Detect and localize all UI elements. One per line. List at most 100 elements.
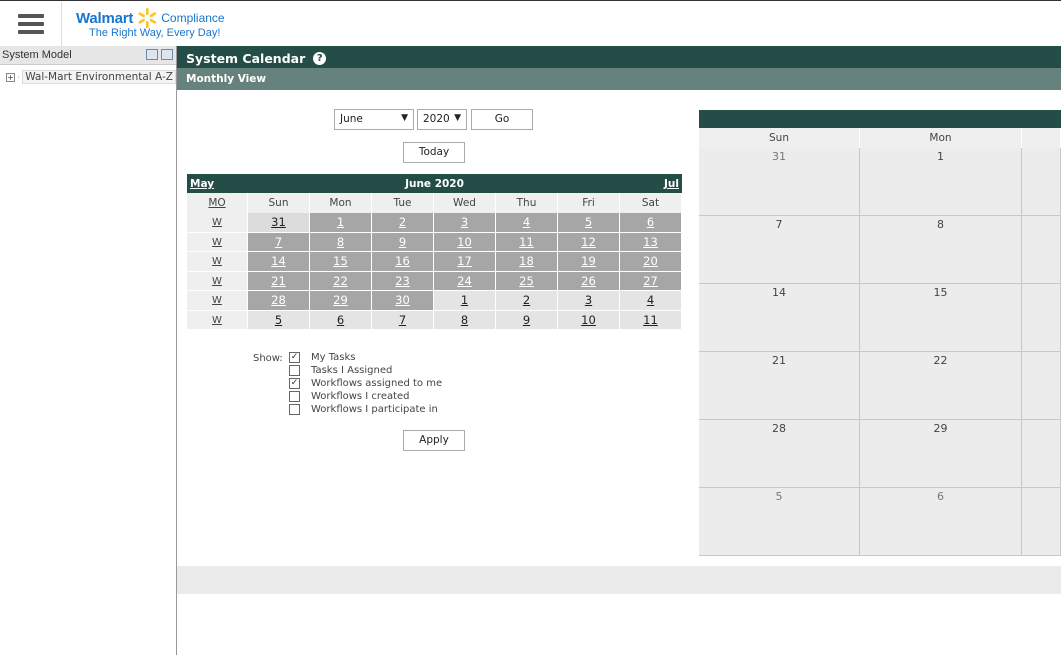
menu-line bbox=[17, 14, 44, 18]
mini-day-cell[interactable]: 23 bbox=[372, 271, 434, 291]
mini-day-cell[interactable]: 5 bbox=[248, 310, 310, 330]
calendar-day-cell[interactable] bbox=[1022, 488, 1061, 556]
calendar-day-cell[interactable] bbox=[1022, 216, 1061, 284]
mini-day-cell[interactable]: 5 bbox=[558, 213, 620, 233]
mini-day-cell[interactable]: 20 bbox=[620, 252, 682, 272]
mini-day-cell[interactable]: 10 bbox=[434, 232, 496, 252]
mini-day-cell[interactable]: 16 bbox=[372, 252, 434, 272]
mini-day-cell[interactable]: 22 bbox=[310, 271, 372, 291]
mini-day-cell[interactable]: 6 bbox=[310, 310, 372, 330]
mini-day-cell[interactable]: 26 bbox=[558, 271, 620, 291]
filter-workflows-assigned[interactable]: ✓ Workflows assigned to me bbox=[289, 378, 442, 389]
calendar-day-cell[interactable]: 5 bbox=[699, 488, 860, 556]
calendar-day-cell[interactable]: 29 bbox=[860, 420, 1022, 488]
week-link[interactable]: W bbox=[187, 310, 248, 330]
week-link[interactable]: W bbox=[187, 232, 248, 252]
mini-day-cell[interactable]: 1 bbox=[434, 291, 496, 311]
week-link[interactable]: W bbox=[187, 271, 248, 291]
mini-day-cell[interactable]: 9 bbox=[372, 232, 434, 252]
checkbox[interactable]: ✓ bbox=[289, 352, 300, 363]
mini-day-cell[interactable]: 8 bbox=[434, 310, 496, 330]
calendar-day-cell[interactable]: 8 bbox=[860, 216, 1022, 284]
collapse-panel-icon[interactable] bbox=[161, 49, 173, 60]
mini-day-cell[interactable]: 9 bbox=[496, 310, 558, 330]
week-link[interactable]: W bbox=[187, 213, 248, 233]
mini-day-cell[interactable]: 7 bbox=[248, 232, 310, 252]
hamburger-menu-icon[interactable] bbox=[0, 2, 62, 46]
checkbox[interactable] bbox=[289, 365, 300, 376]
menu-line bbox=[17, 30, 44, 34]
mini-day-cell[interactable]: 2 bbox=[372, 213, 434, 233]
mini-day-cell[interactable]: 1 bbox=[310, 213, 372, 233]
mini-day-cell[interactable]: 13 bbox=[620, 232, 682, 252]
mini-day-cell[interactable]: 18 bbox=[496, 252, 558, 272]
mini-day-cell[interactable]: 7 bbox=[372, 310, 434, 330]
mini-day-cell[interactable]: 15 bbox=[310, 252, 372, 272]
mini-day-cell[interactable]: 2 bbox=[496, 291, 558, 311]
checkbox[interactable]: ✓ bbox=[289, 378, 300, 389]
mini-day-cell[interactable]: 3 bbox=[434, 213, 496, 233]
calendar-day-cell[interactable]: 28 bbox=[699, 420, 860, 488]
tree-node-label[interactable]: Wal-Mart Environmental A-Z bbox=[22, 70, 176, 84]
mini-day-cell[interactable]: 11 bbox=[496, 232, 558, 252]
mini-day-cell[interactable]: 3 bbox=[558, 291, 620, 311]
go-button[interactable]: Go bbox=[471, 109, 533, 130]
mini-day-cell[interactable]: 19 bbox=[558, 252, 620, 272]
today-button[interactable]: Today bbox=[403, 142, 465, 163]
filter-workflows-participate[interactable]: Workflows I participate in bbox=[289, 404, 438, 415]
calendar-day-cell[interactable]: 15 bbox=[860, 284, 1022, 352]
mini-day-cell[interactable]: 17 bbox=[434, 252, 496, 272]
month-calendar-header bbox=[699, 110, 1061, 128]
mini-day-cell[interactable]: 29 bbox=[310, 291, 372, 311]
mini-day-cell[interactable]: 25 bbox=[496, 271, 558, 291]
calendar-day-cell[interactable]: 1 bbox=[860, 148, 1022, 216]
calendar-day-cell[interactable] bbox=[1022, 352, 1061, 420]
mini-day-cell[interactable]: 14 bbox=[248, 252, 310, 272]
mini-day-cell[interactable]: 8 bbox=[310, 232, 372, 252]
filter-my-tasks[interactable]: ✓ My Tasks bbox=[289, 352, 356, 363]
checkbox[interactable] bbox=[289, 391, 300, 402]
mini-day-cell[interactable]: 4 bbox=[496, 213, 558, 233]
week-link[interactable]: W bbox=[187, 291, 248, 311]
mini-day-cell[interactable]: 27 bbox=[620, 271, 682, 291]
calendar-day-cell[interactable]: 21 bbox=[699, 352, 860, 420]
month-overview-link[interactable]: MO bbox=[187, 193, 248, 213]
apply-button[interactable]: Apply bbox=[403, 430, 465, 451]
mini-day-cell[interactable]: 6 bbox=[620, 213, 682, 233]
month-select-value: June bbox=[340, 113, 363, 125]
year-select[interactable]: 2020 ▼ bbox=[417, 109, 467, 130]
filter-tasks-assigned[interactable]: Tasks I Assigned bbox=[289, 365, 392, 376]
mini-day-cell[interactable]: 21 bbox=[248, 271, 310, 291]
tree-node[interactable]: + Wal-Mart Environmental A-Z bbox=[0, 68, 176, 86]
main-content: System Calendar ? Monthly View June ▼ 20… bbox=[177, 46, 1061, 655]
mini-day-cell[interactable]: 28 bbox=[248, 291, 310, 311]
calendar-day-cell[interactable]: 22 bbox=[860, 352, 1022, 420]
mini-day-cell[interactable]: 24 bbox=[434, 271, 496, 291]
view-subtitle-bar: Monthly View bbox=[177, 68, 1061, 90]
calendar-day-cell[interactable] bbox=[1022, 420, 1061, 488]
mini-day-cell[interactable]: 12 bbox=[558, 232, 620, 252]
mini-day-cell[interactable]: 10 bbox=[558, 310, 620, 330]
calendar-day-cell[interactable] bbox=[1022, 148, 1061, 216]
mini-day-cell[interactable]: 31 bbox=[248, 213, 310, 233]
calendar-day-cell[interactable]: 14 bbox=[699, 284, 860, 352]
mini-day-cell[interactable]: 30 bbox=[372, 291, 434, 311]
calendar-day-cell[interactable] bbox=[1022, 284, 1061, 352]
prev-month-link[interactable]: May bbox=[190, 178, 214, 190]
checkbox[interactable] bbox=[289, 404, 300, 415]
month-select[interactable]: June ▼ bbox=[334, 109, 414, 130]
weekday-header: Sun bbox=[248, 193, 310, 213]
mini-day-cell[interactable]: 4 bbox=[620, 291, 682, 311]
help-icon[interactable]: ? bbox=[313, 52, 327, 65]
calendar-day-cell[interactable]: 7 bbox=[699, 216, 860, 284]
filter-workflows-created[interactable]: Workflows I created bbox=[289, 391, 410, 402]
calendar-day-cell[interactable]: 6 bbox=[860, 488, 1022, 556]
next-month-link[interactable]: Jul bbox=[664, 178, 679, 190]
expand-icon[interactable]: + bbox=[6, 72, 15, 82]
mini-day-cell[interactable]: 11 bbox=[620, 310, 682, 330]
calendar-day-cell[interactable]: 31 bbox=[699, 148, 860, 216]
calendar-tool-icon[interactable] bbox=[146, 49, 158, 60]
year-select-value: 2020 bbox=[423, 113, 450, 125]
walmart-compliance-logo[interactable]: Walmart Compliance The Right Way, Every … bbox=[76, 7, 225, 39]
week-link[interactable]: W bbox=[187, 252, 248, 272]
